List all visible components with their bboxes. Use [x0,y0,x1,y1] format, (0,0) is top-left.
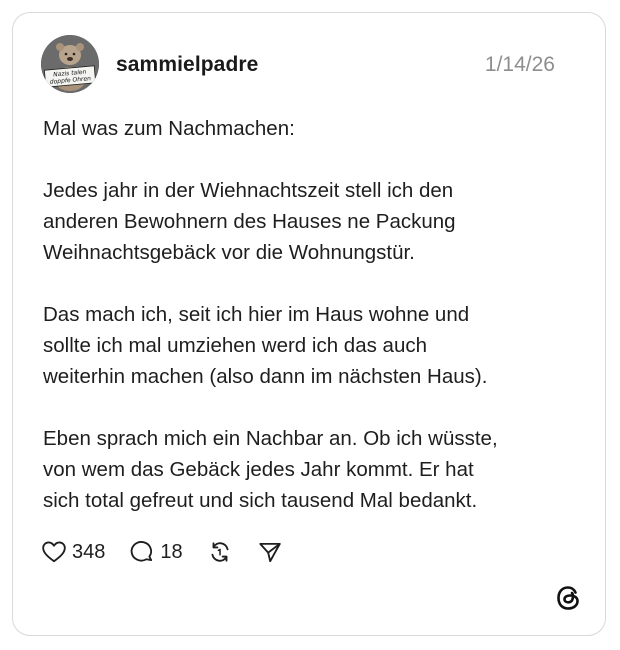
post-paragraph: Das mach ich, seit ich hier im Haus wohn… [43,299,583,392]
repost-button[interactable] [207,539,233,565]
text-line: Eben sprach mich ein Nachbar an. Ob ich … [43,427,498,450]
text-line: anderen Bewohnern des Hauses ne Packung [43,210,456,233]
speech-bubble-icon [131,541,153,562]
text-line: Weihnachtsgebäck vor die Wohnungstür. [43,241,415,264]
post-actions: 348 18 [41,537,307,567]
avatar[interactable]: Nazis talen doppfe Ohren [41,35,99,93]
post-timestamp: 1/14/26 [484,53,555,76]
text-line: Das mach ich, seit ich hier im Haus wohn… [43,303,470,326]
reply-count: 18 [160,540,183,563]
text-line: sich total gefreut und sich tausend Mal … [43,489,478,512]
like-button[interactable]: 348 [41,539,105,565]
threads-logo-icon [553,583,583,613]
share-button[interactable] [257,539,283,565]
text-line: von wem das Gebäck jedes Jahr kommt. Er … [43,458,474,481]
post-header: Nazis talen doppfe Ohren sammielpadre 1/… [41,35,555,95]
send-icon [258,542,281,563]
like-count: 348 [72,540,106,563]
heart-icon [42,541,66,563]
text-line: weiterhin machen (also dann im nächsten … [43,365,488,388]
post-paragraph: Mal was zum Nachmachen: [43,113,583,144]
post-text: Mal was zum Nachmachen: Jedes jahr in de… [43,113,583,516]
avatar-image: Nazis talen doppfe Ohren [41,35,99,93]
repost-icon [211,542,229,562]
text-line: Jedes jahr in der Wiehnachtszeit stell i… [43,179,454,202]
reply-button[interactable]: 18 [129,539,183,565]
post-card: Nazis talen doppfe Ohren sammielpadre 1/… [12,12,606,636]
post-paragraph: Jedes jahr in der Wiehnachtszeit stell i… [43,175,583,268]
username[interactable]: sammielpadre [116,53,258,77]
post-paragraph: Eben sprach mich ein Nachbar an. Ob ich … [43,423,583,516]
text-line: Mal was zum Nachmachen: [43,117,295,140]
text-line: sollte ich mal umziehen werd ich das auc… [43,334,427,357]
